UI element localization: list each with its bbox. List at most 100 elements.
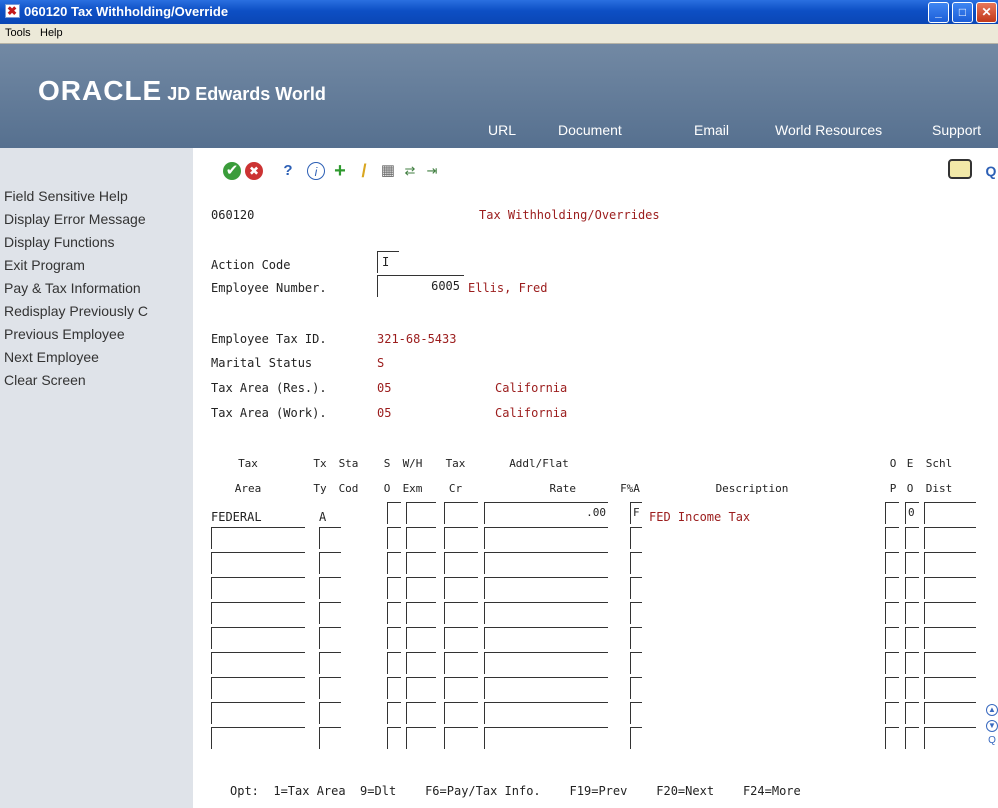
ok-icon[interactable]: ✔: [223, 162, 241, 180]
sidebar-item-next-employee[interactable]: Next Employee: [4, 349, 193, 365]
search-icon[interactable]: Q: [982, 162, 998, 180]
grid-cell-tax-cr[interactable]: [444, 652, 478, 674]
grid-cell-op[interactable]: [885, 602, 899, 624]
grid-cell-op[interactable]: [885, 627, 899, 649]
grid-cell-tax-area[interactable]: [211, 727, 305, 749]
export-icon[interactable]: ⇥: [423, 162, 441, 180]
grid-cell-rate[interactable]: [484, 627, 608, 649]
grid-cell-eo[interactable]: [905, 677, 919, 699]
grid-cell-s-o[interactable]: [387, 727, 401, 749]
grid-cell-tax-area[interactable]: [211, 627, 305, 649]
sidebar-item-exit[interactable]: Exit Program: [4, 257, 193, 273]
grid-cell-s-o[interactable]: [387, 552, 401, 574]
grid-cell-tax-cr[interactable]: [444, 702, 478, 724]
grid-cell-wh-exm[interactable]: [406, 552, 436, 574]
scroll-up-icon[interactable]: ▲: [986, 704, 998, 716]
grid-cell-tx-ty[interactable]: [319, 702, 341, 724]
grid-cell-tax-area[interactable]: [211, 577, 305, 599]
link-world-resources[interactable]: World Resources: [775, 122, 882, 138]
add-icon[interactable]: +: [331, 161, 349, 181]
grid-cell-eo[interactable]: [905, 552, 919, 574]
grid-cell-tx-ty[interactable]: [319, 602, 341, 624]
grid-cell-s-o[interactable]: [387, 677, 401, 699]
grid-cell-schl-dist[interactable]: [924, 677, 976, 699]
grid-cell-tax-area[interactable]: [211, 702, 305, 724]
grid-cell-schl-dist[interactable]: [924, 502, 976, 524]
grid-cell-schl-dist[interactable]: [924, 627, 976, 649]
grid-cell-tx-ty[interactable]: [319, 627, 341, 649]
info-icon[interactable]: i: [307, 162, 325, 180]
grid-cell-rate[interactable]: .00: [484, 502, 608, 524]
grid-cell-wh-exm[interactable]: [406, 727, 436, 749]
grid-cell-tax-cr[interactable]: [444, 727, 478, 749]
grid-cell-rate[interactable]: [484, 552, 608, 574]
grid-cell-rate[interactable]: [484, 652, 608, 674]
grid-cell-fa[interactable]: [630, 527, 642, 549]
sidebar-item-previous-employee[interactable]: Previous Employee: [4, 326, 193, 342]
grid-cell-wh-exm[interactable]: [406, 702, 436, 724]
grid-cell-rate[interactable]: [484, 602, 608, 624]
menu-help[interactable]: Help: [40, 27, 63, 39]
grid-cell-wh-exm[interactable]: [406, 627, 436, 649]
grid-cell-schl-dist[interactable]: [924, 552, 976, 574]
grid-cell-tax-cr[interactable]: [444, 627, 478, 649]
grid-cell-s-o[interactable]: [387, 702, 401, 724]
grid-cell-tax-cr[interactable]: [444, 602, 478, 624]
zoom-icon[interactable]: Q: [986, 736, 998, 748]
grid-cell-s-o[interactable]: [387, 577, 401, 599]
menu-tools[interactable]: Tools: [5, 27, 31, 39]
grid-cell-eo[interactable]: [905, 652, 919, 674]
grid-cell-fa[interactable]: [630, 552, 642, 574]
chat-icon[interactable]: ▭: [948, 159, 972, 179]
grid-cell-schl-dist[interactable]: [924, 652, 976, 674]
grid-cell-eo[interactable]: [905, 527, 919, 549]
delete-icon[interactable]: ▦: [379, 162, 397, 180]
grid-cell-op[interactable]: [885, 652, 899, 674]
grid-cell-tax-cr[interactable]: [444, 677, 478, 699]
grid-cell-wh-exm[interactable]: [406, 577, 436, 599]
grid-cell-eo[interactable]: [905, 577, 919, 599]
sidebar-item-field-help[interactable]: Field Sensitive Help: [4, 188, 193, 204]
grid-cell-op[interactable]: [885, 502, 899, 524]
grid-cell-op[interactable]: [885, 527, 899, 549]
grid-cell-tax-cr[interactable]: [444, 527, 478, 549]
grid-cell-eo[interactable]: 0: [905, 502, 919, 524]
employee-number-input[interactable]: 6005: [377, 275, 464, 297]
sidebar-item-functions[interactable]: Display Functions: [4, 234, 193, 250]
grid-cell-op[interactable]: [885, 677, 899, 699]
sidebar-item-redisplay[interactable]: Redisplay Previously C: [4, 303, 193, 319]
grid-cell-rate[interactable]: [484, 727, 608, 749]
link-support[interactable]: Support: [932, 122, 981, 138]
grid-cell-eo[interactable]: [905, 727, 919, 749]
grid-cell-tax-area[interactable]: [211, 652, 305, 674]
copy-icon[interactable]: ⇄: [401, 162, 419, 180]
grid-cell-op[interactable]: [885, 577, 899, 599]
grid-cell-tx-ty[interactable]: [319, 527, 341, 549]
grid-cell-fa[interactable]: [630, 652, 642, 674]
link-url[interactable]: URL: [488, 122, 516, 138]
grid-cell-s-o[interactable]: [387, 652, 401, 674]
grid-cell-schl-dist[interactable]: [924, 702, 976, 724]
grid-cell-eo[interactable]: [905, 627, 919, 649]
grid-cell-tx-ty[interactable]: [319, 577, 341, 599]
grid-cell-s-o[interactable]: [387, 602, 401, 624]
link-document[interactable]: Document: [558, 122, 622, 138]
grid-cell-schl-dist[interactable]: [924, 727, 976, 749]
edit-icon[interactable]: /: [355, 162, 373, 180]
grid-cell-tax-area[interactable]: [211, 552, 305, 574]
grid-cell-tx-ty[interactable]: [319, 727, 341, 749]
grid-cell-tax-cr[interactable]: [444, 577, 478, 599]
minimize-button[interactable]: _: [928, 2, 949, 23]
grid-cell-op[interactable]: [885, 727, 899, 749]
grid-cell-fa[interactable]: [630, 627, 642, 649]
grid-cell-wh-exm[interactable]: [406, 652, 436, 674]
link-email[interactable]: Email: [694, 122, 729, 138]
grid-cell-rate[interactable]: [484, 702, 608, 724]
grid-cell-tax-area[interactable]: [211, 677, 305, 699]
sidebar-item-clear-screen[interactable]: Clear Screen: [4, 372, 193, 388]
sidebar-item-error-message[interactable]: Display Error Message: [4, 211, 193, 227]
grid-cell-fa[interactable]: [630, 677, 642, 699]
grid-cell-tax-cr[interactable]: [444, 552, 478, 574]
help-icon[interactable]: ?: [279, 162, 297, 180]
grid-cell-wh-exm[interactable]: [406, 677, 436, 699]
